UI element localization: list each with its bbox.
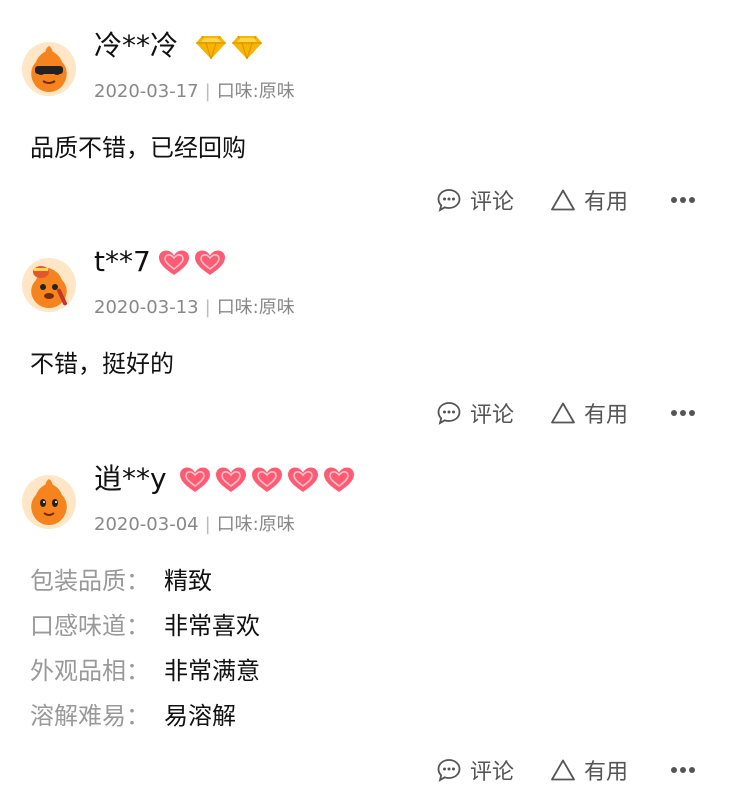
- meta-divider: |: [204, 297, 211, 318]
- useful-button[interactable]: 有用: [550, 397, 670, 429]
- triangle-thumb-icon: [551, 189, 575, 211]
- meta-divider: |: [204, 81, 211, 102]
- attribute-value: 易溶解: [164, 702, 236, 730]
- comment-button[interactable]: 评论: [436, 397, 550, 429]
- review-actions: 评论 有用: [436, 753, 706, 787]
- badge-group: [194, 32, 264, 62]
- attribute-row: 包装品质： 精致: [30, 559, 260, 604]
- attribute-value: 非常满意: [164, 657, 260, 685]
- red-heart-icon: [324, 467, 354, 492]
- review-date: 2020-03-04: [94, 514, 199, 535]
- review-item: t**7 2020-03-13 | 口味:原味 不错，挺好的 评论 有用: [0, 216, 730, 446]
- username: 逍**y: [94, 462, 167, 495]
- red-heart-icon: [288, 467, 318, 492]
- more-button[interactable]: [670, 409, 696, 417]
- review-item: 冷**冷 2020-03-17 | 口味:原味 品质不错，已经回购 评论 有用: [0, 0, 730, 230]
- mascot-icon: [22, 475, 76, 529]
- comment-bubble-icon: [437, 759, 461, 782]
- comment-button[interactable]: 评论: [436, 184, 550, 216]
- comment-label: 评论: [470, 190, 515, 215]
- more-button[interactable]: [670, 766, 696, 774]
- mascot-food-icon: [22, 258, 76, 312]
- meta-divider: |: [204, 514, 211, 535]
- comment-bubble-icon: [437, 402, 461, 425]
- useful-label: 有用: [584, 403, 629, 428]
- attribute-key: 包装品质：: [30, 567, 150, 595]
- review-actions: 评论 有用: [436, 396, 706, 430]
- username: 冷**冷: [94, 29, 179, 62]
- badge-group: [178, 465, 356, 495]
- comment-bubble-icon: [437, 189, 461, 212]
- useful-label: 有用: [584, 190, 629, 215]
- avatar[interactable]: [22, 42, 76, 96]
- more-dots-icon: [671, 410, 695, 416]
- review-date: 2020-03-13: [94, 297, 199, 318]
- review-content: 不错，挺好的: [30, 350, 174, 378]
- review-meta: 2020-03-13 | 口味:原味: [94, 296, 295, 320]
- attribute-key: 外观品相：: [30, 657, 150, 685]
- triangle-thumb-icon: [551, 759, 575, 781]
- review-flavor: 口味:原味: [216, 81, 295, 102]
- more-dots-icon: [671, 767, 695, 773]
- triangle-thumb-icon: [551, 402, 575, 424]
- attribute-key: 溶解难易：: [30, 702, 150, 730]
- comment-label: 评论: [470, 760, 515, 785]
- comment-button[interactable]: 评论: [436, 754, 550, 786]
- more-button[interactable]: [670, 196, 696, 204]
- red-heart-icon: [252, 467, 282, 492]
- review-actions: 评论 有用: [436, 183, 706, 217]
- attribute-key: 口感味道：: [30, 612, 150, 640]
- review-flavor: 口味:原味: [216, 514, 295, 535]
- attribute-value: 精致: [164, 567, 212, 595]
- comment-label: 评论: [470, 403, 515, 428]
- red-heart-icon: [159, 250, 189, 275]
- mascot-sunglasses-icon: [22, 42, 76, 96]
- username: t**7: [94, 245, 151, 278]
- attribute-row: 外观品相： 非常满意: [30, 649, 260, 694]
- gold-diamond-icon: [196, 35, 226, 60]
- review-meta: 2020-03-17 | 口味:原味: [94, 80, 295, 104]
- avatar[interactable]: [22, 475, 76, 529]
- review-item: 逍**y 2020-03-04 | 口味:原味 包装品质： 精致 口感味道： 非常喜欢 …: [0, 433, 730, 811]
- red-heart-icon: [195, 250, 225, 275]
- gold-diamond-icon: [232, 35, 262, 60]
- review-attributes: 包装品质： 精致 口感味道： 非常喜欢 外观品相： 非常满意 溶解难易： 易溶解: [30, 559, 260, 739]
- review-meta: 2020-03-04 | 口味:原味: [94, 513, 295, 537]
- badge-group: [157, 248, 227, 278]
- avatar[interactable]: [22, 258, 76, 312]
- attribute-row: 口感味道： 非常喜欢: [30, 604, 260, 649]
- useful-label: 有用: [584, 760, 629, 785]
- red-heart-icon: [216, 467, 246, 492]
- red-heart-icon: [180, 467, 210, 492]
- review-flavor: 口味:原味: [216, 297, 295, 318]
- attribute-row: 溶解难易： 易溶解: [30, 694, 260, 739]
- review-date: 2020-03-17: [94, 81, 199, 102]
- useful-button[interactable]: 有用: [550, 184, 670, 216]
- review-content: 品质不错，已经回购: [30, 134, 246, 162]
- attribute-value: 非常喜欢: [164, 612, 260, 640]
- useful-button[interactable]: 有用: [550, 754, 670, 786]
- more-dots-icon: [671, 197, 695, 203]
